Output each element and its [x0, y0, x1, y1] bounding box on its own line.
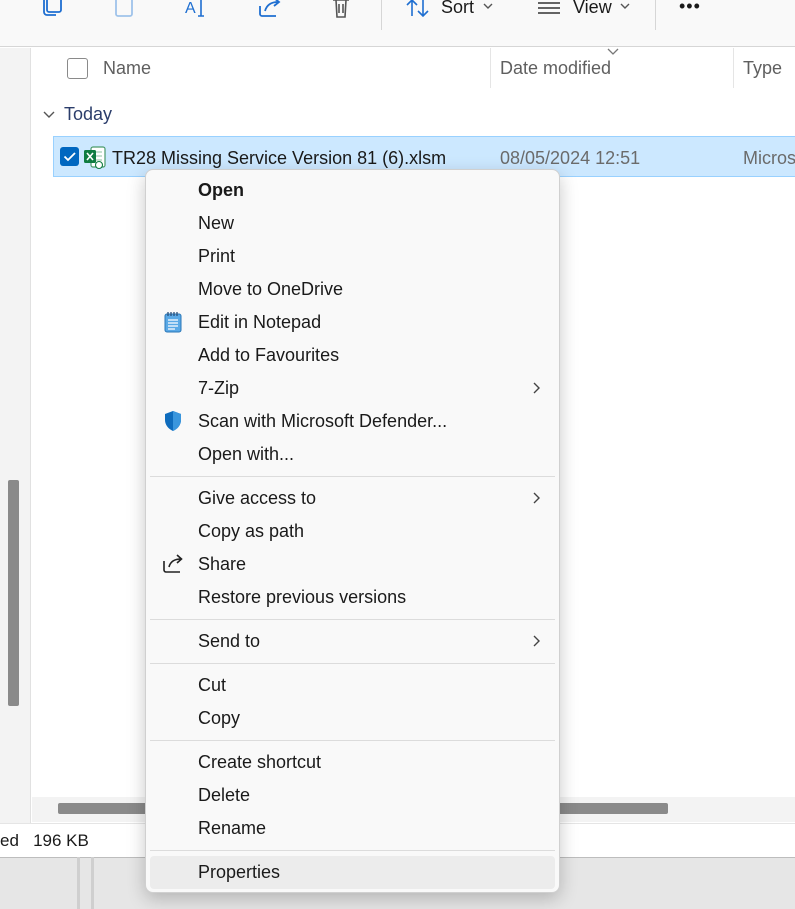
- menu-item-label: Copy: [198, 708, 241, 728]
- sort-chevron-down-icon[interactable]: [482, 0, 494, 12]
- share-icon[interactable]: [256, 0, 284, 20]
- file-type: Micros: [743, 148, 795, 168]
- menu-item-label: Give access to: [198, 488, 317, 508]
- navigation-scrollbar-thumb[interactable]: [8, 480, 19, 706]
- menu-item-label: Properties: [198, 862, 281, 882]
- menu-item-edit-in-notepad[interactable]: Edit in Notepad: [150, 306, 555, 339]
- menu-item-label: Create shortcut: [198, 752, 322, 772]
- sort-indicator-chevron-down-icon: [606, 44, 620, 55]
- menu-item-label: Open with...: [198, 444, 295, 464]
- menu-separator: [150, 663, 555, 664]
- menu-item-label: Move to OneDrive: [198, 279, 344, 299]
- group-collapse-chevron-icon[interactable]: [42, 108, 56, 120]
- menu-item-label: Rename: [198, 818, 267, 838]
- menu-item-copy-as-path[interactable]: Copy as path: [150, 515, 555, 548]
- delete-icon[interactable]: [328, 0, 354, 20]
- chevron-right-icon: [529, 634, 543, 648]
- notepad-icon: [162, 311, 184, 333]
- menu-item-cut[interactable]: Cut: [150, 669, 555, 702]
- menu-item-restore-previous-versions[interactable]: Restore previous versions: [150, 581, 555, 614]
- menu-item-label: Scan with Microsoft Defender...: [198, 411, 448, 431]
- menu-item-label: Open: [198, 180, 245, 200]
- menu-item-label: Share: [198, 554, 247, 574]
- menu-item-share[interactable]: Share: [150, 548, 555, 581]
- paste-icon[interactable]: [111, 0, 137, 20]
- sort-button[interactable]: Sort: [441, 0, 474, 18]
- menu-separator: [150, 850, 555, 851]
- menu-item-print[interactable]: Print: [150, 240, 555, 273]
- defender-shield-icon: [162, 410, 184, 432]
- excel-file-icon: [83, 146, 107, 170]
- more-options-button[interactable]: •••: [679, 0, 701, 17]
- menu-item-label: Copy as path: [198, 521, 305, 541]
- menu-item-rename[interactable]: Rename: [150, 812, 555, 845]
- svg-text:A: A: [185, 0, 196, 17]
- taskbar-divider: [91, 857, 94, 909]
- menu-item-give-access-to[interactable]: Give access to: [150, 482, 555, 515]
- file-date-modified: 08/05/2024 12:51: [500, 148, 641, 168]
- select-all-checkbox[interactable]: [67, 58, 88, 79]
- chevron-right-icon: [529, 491, 543, 505]
- column-header-type[interactable]: Type: [743, 58, 782, 79]
- row-checkbox[interactable]: [60, 147, 79, 166]
- menu-item-create-shortcut[interactable]: Create shortcut: [150, 746, 555, 779]
- menu-separator: [150, 476, 555, 477]
- file-name[interactable]: TR28 Missing Service Version 81 (6).xlsm: [112, 148, 446, 169]
- taskbar-divider: [77, 857, 80, 909]
- navigation-pane: [0, 48, 31, 823]
- group-header-today[interactable]: Today: [64, 104, 112, 125]
- view-button[interactable]: View: [573, 0, 612, 18]
- menu-item-label: Edit in Notepad: [198, 312, 322, 332]
- menu-item-open[interactable]: Open: [150, 174, 555, 207]
- menu-item-label: Send to: [198, 631, 261, 651]
- menu-separator: [150, 619, 555, 620]
- menu-item-scan-with-defender[interactable]: Scan with Microsoft Defender...: [150, 405, 555, 438]
- chevron-right-icon: [529, 381, 543, 395]
- menu-item-delete[interactable]: Delete: [150, 779, 555, 812]
- status-text: ed 196 KB: [0, 831, 89, 850]
- menu-item-label: Cut: [198, 675, 227, 695]
- menu-item-label: Print: [198, 246, 236, 266]
- menu-item-send-to[interactable]: Send to: [150, 625, 555, 658]
- menu-item-properties[interactable]: Properties: [150, 856, 555, 889]
- share-icon: [162, 553, 184, 575]
- menu-item-label: Restore previous versions: [198, 587, 407, 607]
- menu-item-move-to-onedrive[interactable]: Move to OneDrive: [150, 273, 555, 306]
- menu-separator: [150, 740, 555, 741]
- menu-item-new[interactable]: New: [150, 207, 555, 240]
- menu-item-label: Delete: [198, 785, 251, 805]
- menu-item-open-with[interactable]: Open with...: [150, 438, 555, 471]
- context-menu: Open New Print Move to OneDrive Edit in …: [145, 169, 560, 893]
- rename-icon[interactable]: A: [183, 0, 211, 20]
- menu-item-label: 7-Zip: [198, 378, 240, 398]
- column-header-date-modified[interactable]: Date modified: [500, 58, 611, 79]
- menu-item-copy[interactable]: Copy: [150, 702, 555, 735]
- view-chevron-down-icon[interactable]: [619, 0, 631, 12]
- menu-item-label: New: [198, 213, 235, 233]
- toolbar-separator: [381, 0, 382, 30]
- column-header-name[interactable]: Name: [103, 58, 151, 79]
- checkmark-icon: [63, 152, 76, 162]
- column-divider[interactable]: [490, 48, 491, 88]
- toolbar-separator: [655, 0, 656, 30]
- copy-icon[interactable]: [40, 0, 66, 20]
- sort-icon[interactable]: [404, 0, 432, 20]
- menu-item-label: Add to Favourites: [198, 345, 340, 365]
- column-divider[interactable]: [733, 48, 734, 88]
- view-icon[interactable]: [536, 0, 564, 20]
- menu-item-add-to-favourites[interactable]: Add to Favourites: [150, 339, 555, 372]
- menu-item-7-zip[interactable]: 7-Zip: [150, 372, 555, 405]
